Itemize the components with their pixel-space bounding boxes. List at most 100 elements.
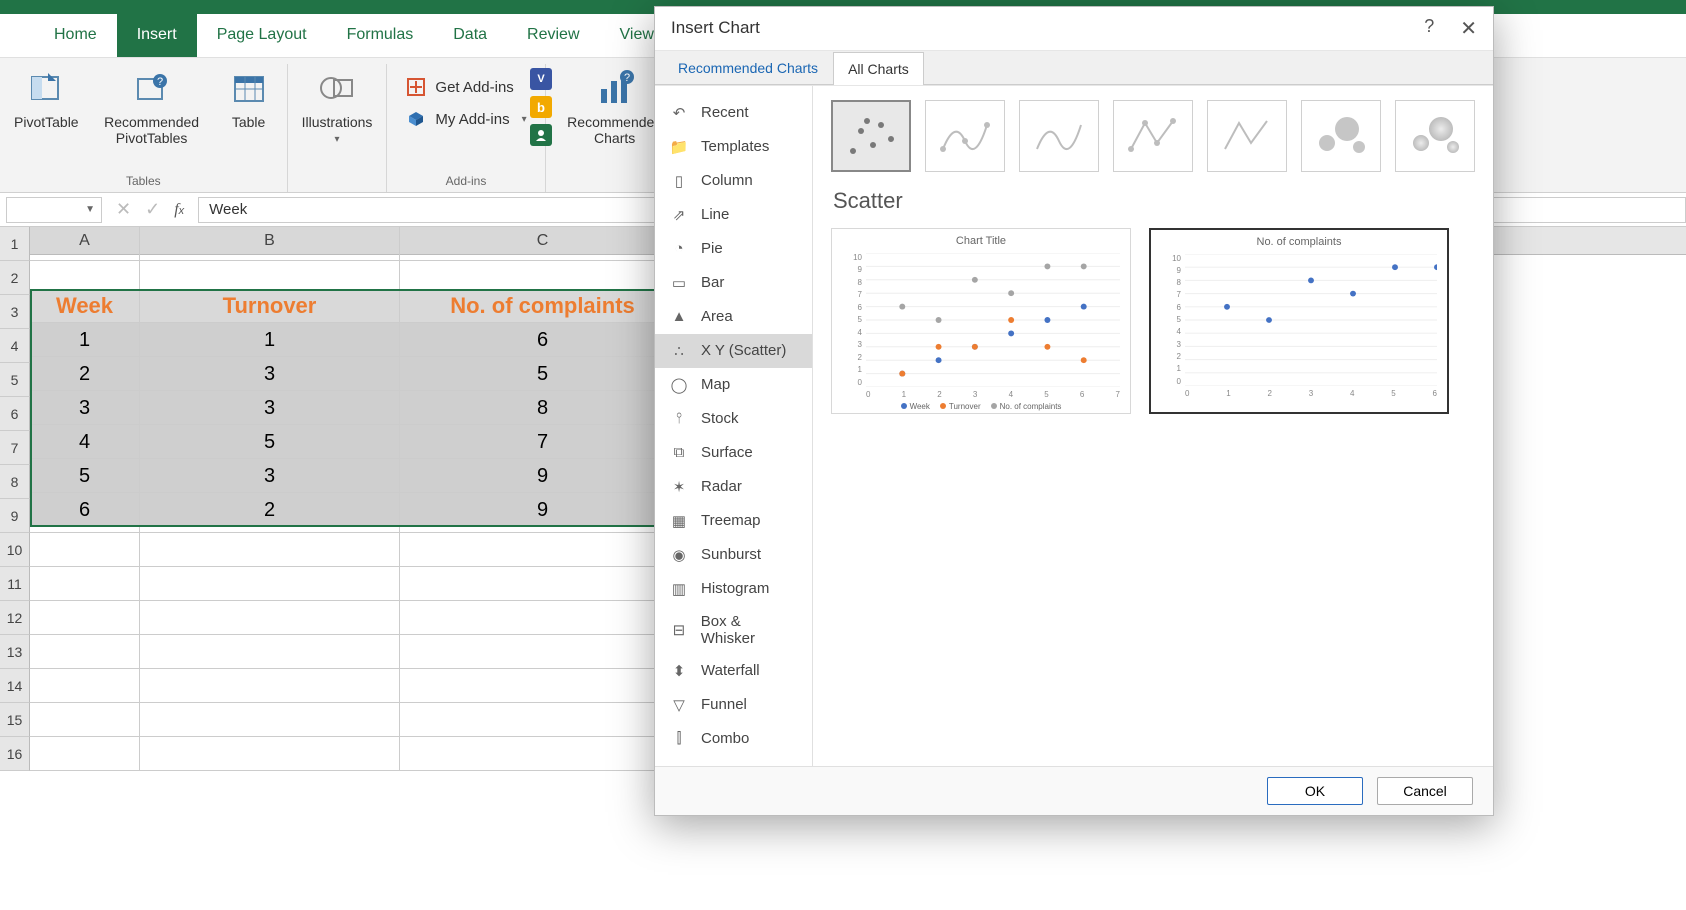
table-button[interactable]: Table bbox=[225, 68, 273, 130]
subtype-bubble-3d[interactable] bbox=[1395, 100, 1475, 172]
subtype-name: Scatter bbox=[833, 188, 1475, 214]
chart-type-icon: 📁 bbox=[669, 137, 689, 157]
table-row: 235 bbox=[30, 357, 686, 391]
chart-type-icon: ◉ bbox=[669, 545, 689, 565]
group-tables-label: Tables bbox=[126, 170, 161, 190]
row-header[interactable]: 2 bbox=[0, 261, 30, 295]
fx-icon[interactable]: fx bbox=[174, 201, 184, 219]
chart-type-funnel[interactable]: ▽Funnel bbox=[655, 688, 812, 722]
chart-type-x-y-scatter-[interactable]: ∴X Y (Scatter) bbox=[655, 334, 812, 368]
store-icon bbox=[405, 76, 427, 98]
dialog-title-text: Insert Chart bbox=[671, 18, 760, 38]
table-row: 116 bbox=[30, 323, 686, 357]
pivottable-button[interactable]: PivotTable bbox=[14, 68, 79, 130]
name-box[interactable]: ▼ bbox=[6, 197, 102, 223]
chart-type-icon: ▽ bbox=[669, 695, 689, 715]
tab-formulas[interactable]: Formulas bbox=[327, 14, 434, 57]
preview-title: No. of complaints bbox=[1151, 230, 1447, 250]
cancel-formula-icon[interactable]: ✕ bbox=[116, 199, 131, 220]
row-header[interactable]: 16 bbox=[0, 737, 30, 771]
row-header[interactable]: 5 bbox=[0, 363, 30, 397]
tab-all-charts[interactable]: All Charts bbox=[833, 52, 924, 85]
chart-type-sunburst[interactable]: ◉Sunburst bbox=[655, 538, 812, 572]
subtype-scatter-lines-markers[interactable] bbox=[1113, 100, 1193, 172]
row-header[interactable]: 14 bbox=[0, 669, 30, 703]
group-addins-label: Add-ins bbox=[446, 170, 487, 190]
chart-type-waterfall[interactable]: ⬍Waterfall bbox=[655, 654, 812, 688]
chevron-down-icon[interactable]: ▼ bbox=[85, 204, 95, 215]
dialog-titlebar: Insert Chart ? ✕ bbox=[655, 7, 1493, 51]
subtype-scatter[interactable] bbox=[831, 100, 911, 172]
chart-type-line[interactable]: ⇗Line bbox=[655, 198, 812, 232]
row-header[interactable]: 6 bbox=[0, 397, 30, 431]
recommended-pivottables-button[interactable]: ? Recommended PivotTables bbox=[97, 68, 207, 146]
row-header[interactable]: 7 bbox=[0, 431, 30, 465]
row-header[interactable]: 4 bbox=[0, 329, 30, 363]
chart-type-icon: ⬍ bbox=[669, 661, 689, 681]
chart-type-icon: ⇗ bbox=[669, 205, 689, 225]
chart-type-bar[interactable]: ▭Bar bbox=[655, 266, 812, 300]
row-header[interactable]: 1 bbox=[0, 227, 30, 261]
help-icon[interactable]: ? bbox=[1424, 16, 1434, 41]
insert-chart-dialog: Insert Chart ? ✕ Recommended Charts All … bbox=[654, 6, 1494, 816]
cancel-button[interactable]: Cancel bbox=[1377, 777, 1473, 805]
ok-button[interactable]: OK bbox=[1267, 777, 1363, 805]
chart-type-recent[interactable]: ↶Recent bbox=[655, 96, 812, 130]
chart-type-icon: ⧉ bbox=[669, 443, 689, 463]
subtype-scatter-lines[interactable] bbox=[1207, 100, 1287, 172]
tab-data[interactable]: Data bbox=[433, 14, 507, 57]
table-header-week[interactable]: Week bbox=[30, 289, 140, 323]
chart-type-surface[interactable]: ⧉Surface bbox=[655, 436, 812, 470]
subtype-scatter-smooth-markers[interactable] bbox=[925, 100, 1005, 172]
row-header[interactable]: 12 bbox=[0, 601, 30, 635]
table-icon bbox=[228, 68, 270, 110]
chevron-down-icon: ▾ bbox=[334, 134, 339, 145]
table-row: 338 bbox=[30, 391, 686, 425]
chart-type-combo[interactable]: ⫿Combo bbox=[655, 722, 812, 756]
chart-preview-1[interactable]: Chart Title 012345678910 01234567 Week T… bbox=[831, 228, 1131, 414]
row-header[interactable]: 13 bbox=[0, 635, 30, 669]
chart-type-treemap[interactable]: ▦Treemap bbox=[655, 504, 812, 538]
tab-home[interactable]: Home bbox=[34, 14, 117, 57]
close-icon[interactable]: ✕ bbox=[1460, 16, 1477, 41]
row-header[interactable]: 15 bbox=[0, 703, 30, 737]
row-header[interactable]: 9 bbox=[0, 499, 30, 533]
chart-type-area[interactable]: ▲Area bbox=[655, 300, 812, 334]
chart-type-icon: ▯ bbox=[669, 171, 689, 191]
chart-icon: ? bbox=[594, 68, 636, 110]
formula-text: Week bbox=[209, 201, 247, 218]
chart-type-box-whisker[interactable]: ⊟Box & Whisker bbox=[655, 606, 812, 654]
subtype-bubble[interactable] bbox=[1301, 100, 1381, 172]
subtype-scatter-smooth[interactable] bbox=[1019, 100, 1099, 172]
chart-type-map[interactable]: ◯Map bbox=[655, 368, 812, 402]
row-header[interactable]: 10 bbox=[0, 533, 30, 567]
row-header[interactable]: 8 bbox=[0, 465, 30, 499]
addins-icon bbox=[405, 108, 427, 130]
chart-type-templates[interactable]: 📁Templates bbox=[655, 130, 812, 164]
chart-preview-2[interactable]: No. of complaints 012345678910 0123456 bbox=[1149, 228, 1449, 414]
chart-type-stock[interactable]: ⫯Stock bbox=[655, 402, 812, 436]
row-header[interactable]: 11 bbox=[0, 567, 30, 601]
chart-type-column[interactable]: ▯Column bbox=[655, 164, 812, 198]
table-header-complaints[interactable]: No. of complaints bbox=[400, 289, 686, 323]
tab-insert[interactable]: Insert bbox=[117, 14, 197, 57]
tab-page-layout[interactable]: Page Layout bbox=[197, 14, 327, 57]
chart-type-histogram[interactable]: ▥Histogram bbox=[655, 572, 812, 606]
my-addins-button[interactable]: My Add-ins ▾ bbox=[401, 106, 530, 132]
chart-type-radar[interactable]: ✶Radar bbox=[655, 470, 812, 504]
row-header[interactable]: 3 bbox=[0, 295, 30, 329]
illustrations-button[interactable]: Illustrations ▾ bbox=[302, 68, 373, 145]
preview-title: Chart Title bbox=[832, 229, 1130, 249]
chart-type-icon: ▥ bbox=[669, 579, 689, 599]
get-addins-button[interactable]: Get Add-ins bbox=[401, 74, 530, 100]
svg-text:?: ? bbox=[157, 76, 163, 88]
visio-icon[interactable]: V bbox=[530, 68, 552, 90]
people-icon[interactable] bbox=[530, 124, 552, 146]
bing-icon[interactable]: b bbox=[530, 96, 552, 118]
tab-recommended-charts[interactable]: Recommended Charts bbox=[663, 51, 833, 84]
tab-review[interactable]: Review bbox=[507, 14, 599, 57]
chart-type-pie[interactable]: ◔Pie bbox=[655, 232, 812, 266]
chart-type-list: ↶Recent📁Templates▯Column⇗Line◔Pie▭Bar▲Ar… bbox=[655, 86, 813, 766]
accept-formula-icon[interactable]: ✓ bbox=[145, 199, 160, 220]
table-header-turnover[interactable]: Turnover bbox=[140, 289, 400, 323]
